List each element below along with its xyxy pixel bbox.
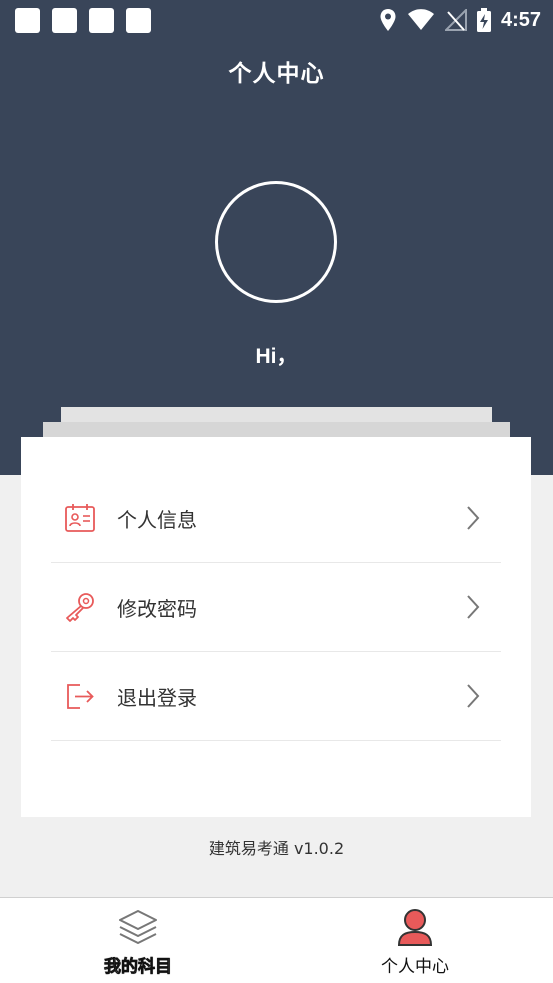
location-icon (380, 9, 396, 31)
menu-card: 个人信息 修改密码 退出登录 (21, 437, 531, 817)
wifi-icon (407, 9, 434, 30)
notification-icon (15, 8, 40, 33)
notification-icon (89, 8, 114, 33)
tab-label: 我的科目 (104, 957, 173, 978)
chevron-right-icon (463, 504, 483, 532)
no-signal-icon (444, 9, 467, 31)
logout-icon (63, 679, 97, 713)
status-bar: 4:57 (0, 0, 553, 40)
tab-personal-center[interactable]: 个人中心 (277, 898, 553, 983)
app-version: 建筑易考通 v1.0.2 (208, 839, 345, 858)
notification-icon (126, 8, 151, 33)
key-icon (63, 590, 97, 624)
notification-icon (52, 8, 77, 33)
tab-label: 个人中心 (381, 957, 449, 977)
avatar[interactable] (215, 181, 337, 303)
menu-item-logout[interactable]: 退出登录 (51, 652, 501, 741)
menu-item-change-password[interactable]: 修改密码 (51, 563, 501, 652)
tab-my-subjects[interactable]: 我的科目 (0, 898, 276, 983)
user-icon (395, 908, 435, 946)
bottom-tab-bar: 我的科目 个人中心 (0, 897, 553, 983)
chevron-right-icon (463, 682, 483, 710)
battery-charging-icon (476, 8, 491, 32)
greeting-text: Hi， (255, 345, 298, 368)
id-card-icon (63, 501, 97, 535)
menu-item-profile[interactable]: 个人信息 (51, 474, 501, 563)
menu-item-label: 修改密码 (117, 596, 197, 621)
menu-item-label: 退出登录 (117, 685, 197, 710)
chevron-right-icon (463, 593, 483, 621)
layers-icon (118, 908, 158, 946)
menu-item-label: 个人信息 (117, 507, 197, 532)
page-title: 个人中心 (228, 61, 325, 87)
status-time: 4:57 (500, 8, 541, 31)
